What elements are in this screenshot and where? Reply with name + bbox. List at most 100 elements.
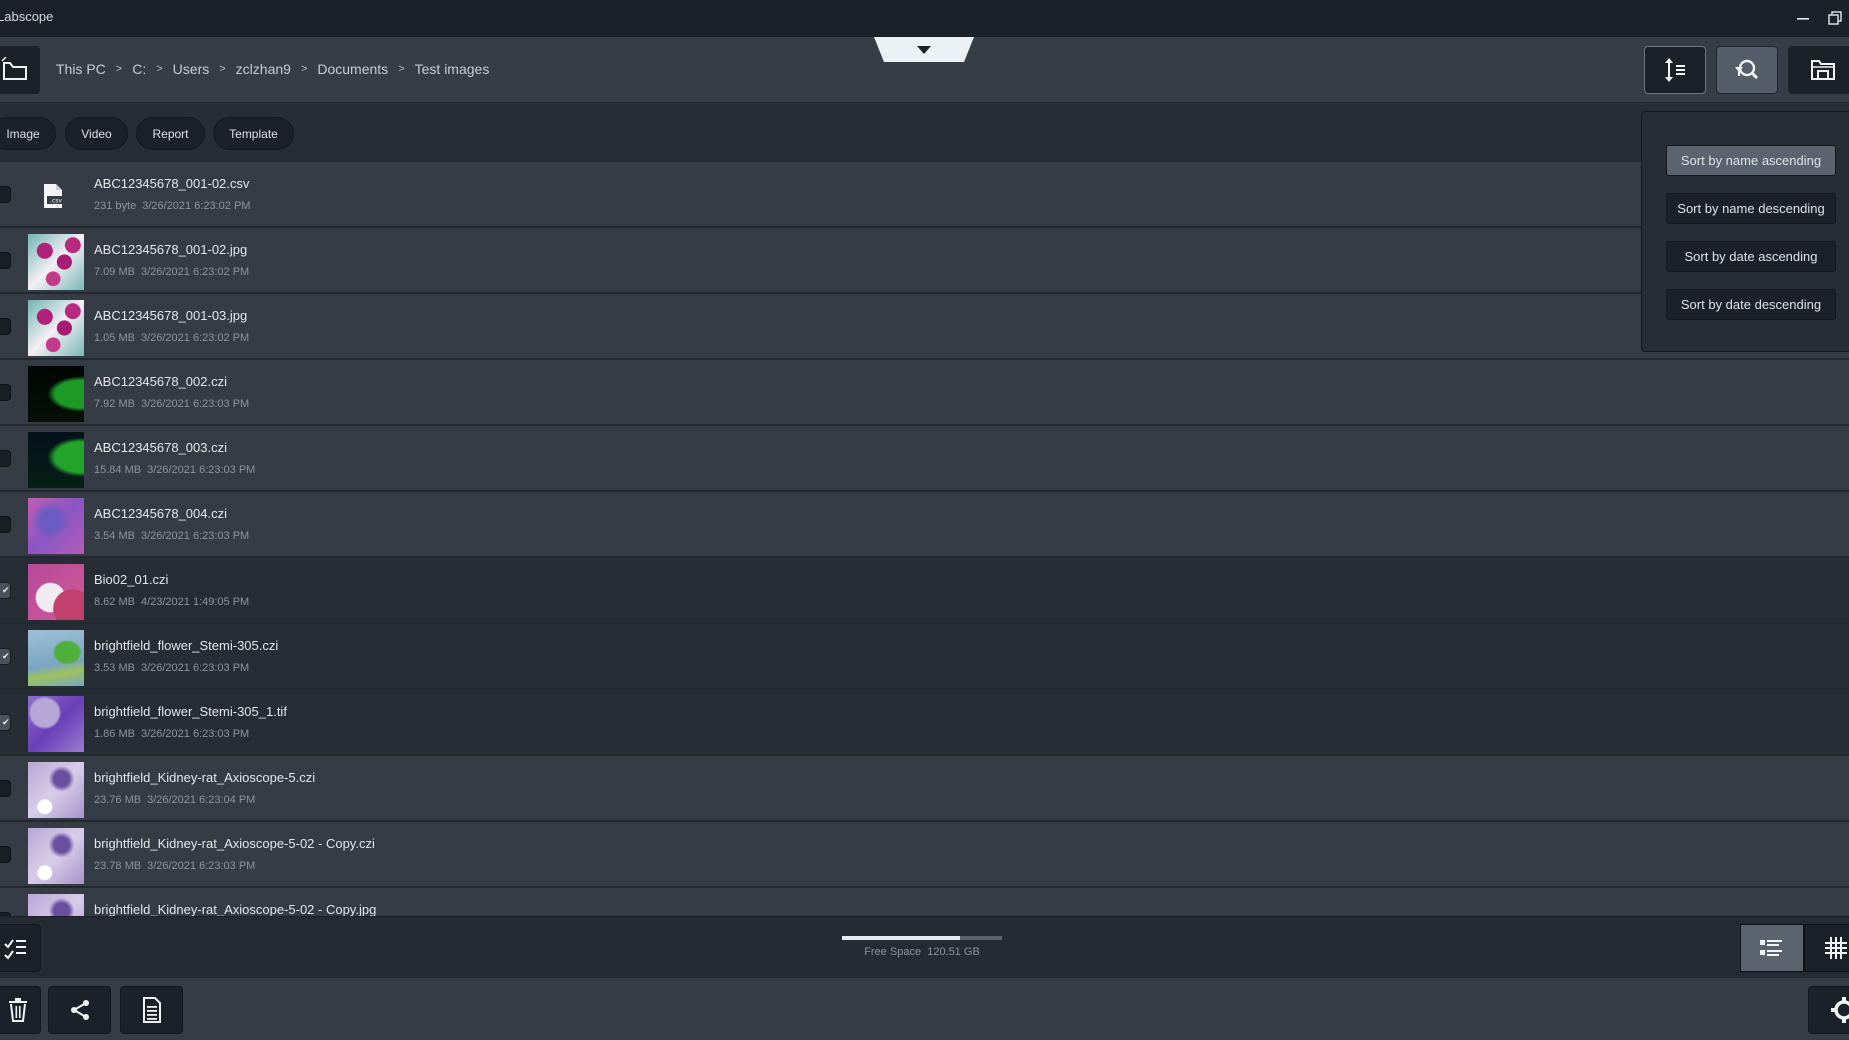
free-space-label: Free Space 120.51 GB bbox=[864, 946, 980, 958]
file-row[interactable]: ABC12345678_002.czi 7.92 MB 3/26/2021 6:23… bbox=[0, 360, 1849, 426]
file-checkbox[interactable] bbox=[0, 384, 11, 401]
app-title: Labscope bbox=[0, 9, 54, 24]
file-date: 3/26/2021 6:23:02 PM bbox=[140, 266, 250, 278]
file-checkbox[interactable] bbox=[0, 780, 11, 797]
sort-date-descending[interactable]: Sort by date descending bbox=[1666, 289, 1836, 320]
file-meta: 1.86 MB 3/26/2021 6:23:03 PM bbox=[94, 728, 249, 740]
breadcrumb-test-images[interactable]: Test images bbox=[415, 61, 490, 77]
file-size: 15.84 MB bbox=[94, 464, 142, 476]
breadcrumb-users[interactable]: Users bbox=[173, 61, 210, 77]
file-thumbnail bbox=[28, 366, 84, 422]
file-size: 23.78 MB bbox=[94, 860, 142, 872]
file-checkbox[interactable] bbox=[0, 846, 11, 863]
share-button[interactable] bbox=[48, 986, 111, 1034]
free-space-bar-fill bbox=[842, 936, 961, 940]
breadcrumb-documents[interactable]: Documents bbox=[317, 61, 388, 77]
file-checkbox[interactable]: ✔ bbox=[0, 714, 11, 731]
file-size: 231 byte bbox=[94, 200, 137, 212]
settings-button[interactable] bbox=[1808, 986, 1849, 1034]
restore-icon bbox=[1828, 11, 1842, 25]
file-meta: 231 byte 3/26/2021 6:23:02 PM bbox=[94, 200, 250, 212]
list-view-button[interactable] bbox=[1740, 924, 1804, 972]
file-checkbox[interactable]: ✔ bbox=[0, 582, 11, 599]
file-thumbnail bbox=[28, 300, 84, 356]
folder-button[interactable] bbox=[1788, 46, 1849, 94]
filter-chip-template[interactable]: Template bbox=[213, 117, 294, 150]
drawer-toggle[interactable] bbox=[874, 37, 974, 62]
restore-button[interactable] bbox=[1822, 6, 1848, 30]
sort-menu: Sort by name ascending Sort by name desc… bbox=[1641, 111, 1849, 352]
folder-up-icon bbox=[1, 57, 27, 80]
minimize-button[interactable] bbox=[1790, 6, 1816, 30]
file-size: 3.53 MB bbox=[94, 662, 135, 674]
filter-chip-image[interactable]: Image bbox=[0, 117, 56, 150]
grid-view-button[interactable] bbox=[1804, 924, 1849, 972]
sort-button[interactable] bbox=[1644, 46, 1706, 94]
file-row[interactable]: brightfield_Kidney-rat_Axioscope-5-02 - … bbox=[0, 822, 1849, 888]
file-meta: 1.05 MB 3/26/2021 6:23:02 PM bbox=[94, 332, 249, 344]
breadcrumb-user[interactable]: zclzhan9 bbox=[236, 61, 291, 77]
file-row[interactable]: ABC12345678_001-02.jpg 7.09 MB 3/26/2021 6… bbox=[0, 228, 1849, 294]
file-size: 7.92 MB bbox=[94, 398, 135, 410]
file-name: ABC12345678_004.czi bbox=[94, 506, 227, 521]
breadcrumb-c-drive[interactable]: C: bbox=[132, 61, 146, 77]
filter-search-button[interactable] bbox=[1716, 46, 1778, 94]
file-row[interactable]: ABC12345678_003.czi 15.84 MB 3/26/2021 6:2… bbox=[0, 426, 1849, 492]
trash-icon bbox=[8, 998, 27, 1022]
file-size: 7.09 MB bbox=[94, 266, 135, 278]
delete-button[interactable] bbox=[0, 986, 41, 1034]
file-row[interactable]: .csv ABC12345678_001-02.csv 231 byte 3/26/2… bbox=[0, 162, 1849, 228]
file-meta: 3.53 MB 3/26/2021 6:23:03 PM bbox=[94, 662, 249, 674]
file-name: brightfield_Kidney-rat_Axioscope-5-02 - … bbox=[94, 836, 375, 851]
file-size: 1.86 MB bbox=[94, 728, 135, 740]
file-meta: 3.54 MB 3/26/2021 6:23:03 PM bbox=[94, 530, 249, 542]
file-thumbnail bbox=[28, 234, 84, 290]
breadcrumb-separator: > bbox=[300, 63, 308, 75]
free-space-indicator: Free Space 120.51 GB bbox=[842, 936, 1002, 958]
check-icon: ✔ bbox=[2, 651, 10, 661]
sort-name-descending[interactable]: Sort by name descending bbox=[1666, 193, 1836, 224]
file-row[interactable]: ✔ Bio02_01.czi 8.62 MB 4/23/2021 1:49:05 PM bbox=[0, 558, 1849, 624]
file-row[interactable]: ✔ brightfield_flower_Stemi-305.czi 3.53 MB… bbox=[0, 624, 1849, 690]
check-icon: ✔ bbox=[2, 717, 10, 727]
file-checkbox[interactable] bbox=[0, 318, 11, 335]
file-checkbox[interactable] bbox=[0, 450, 11, 467]
file-row[interactable]: ✔ brightfield_flower_Stemi-305_1.tif 1.86 … bbox=[0, 690, 1849, 756]
file-name: ABC12345678_002.czi bbox=[94, 374, 227, 389]
status-bar: Free Space 120.51 GB bbox=[0, 916, 1849, 978]
filter-chip-video[interactable]: Video bbox=[65, 117, 128, 150]
file-meta: 15.84 MB 3/26/2021 6:23:03 PM bbox=[94, 464, 255, 476]
list-view-icon bbox=[1760, 940, 1782, 956]
file-row[interactable]: brightfield_Kidney-rat_Axioscope-5-02 - … bbox=[0, 888, 1849, 916]
action-bar bbox=[0, 978, 1849, 1040]
select-mode-button[interactable] bbox=[0, 924, 41, 972]
breadcrumb-separator: > bbox=[115, 63, 123, 75]
filter-bar: Image Video Report Template bbox=[0, 104, 1849, 162]
sort-date-ascending[interactable]: Sort by date ascending bbox=[1666, 241, 1836, 272]
filter-chip-report[interactable]: Report bbox=[136, 117, 205, 150]
file-row[interactable]: ABC12345678_004.czi 3.54 MB 3/26/2021 6:23… bbox=[0, 492, 1849, 558]
file-checkbox[interactable]: ✔ bbox=[0, 648, 11, 665]
breadcrumb-this-pc[interactable]: This PC bbox=[56, 61, 106, 77]
file-name: brightfield_flower_Stemi-305_1.tif bbox=[94, 704, 287, 719]
file-date: 3/26/2021 6:23:03 PM bbox=[140, 662, 250, 674]
file-meta: 8.62 MB 4/23/2021 1:49:05 PM bbox=[94, 596, 249, 608]
sort-icon bbox=[1665, 58, 1685, 82]
file-thumbnail bbox=[28, 498, 84, 554]
checklist-icon bbox=[3, 939, 26, 960]
report-button[interactable] bbox=[120, 986, 183, 1034]
file-row[interactable]: ABC12345678_001-03.jpg 1.05 MB 3/26/2021 6… bbox=[0, 294, 1849, 360]
file-checkbox[interactable] bbox=[0, 516, 11, 533]
file-row[interactable]: brightfield_Kidney-rat_Axioscope-5.czi 23… bbox=[0, 756, 1849, 822]
file-date: 3/26/2021 6:23:03 PM bbox=[140, 530, 250, 542]
file-thumbnail bbox=[28, 432, 84, 488]
file-checkbox[interactable] bbox=[0, 186, 11, 203]
parent-folder-button[interactable] bbox=[0, 46, 40, 94]
share-icon bbox=[70, 1000, 89, 1020]
file-date: 3/26/2021 6:23:03 PM bbox=[140, 728, 250, 740]
file-checkbox[interactable] bbox=[0, 252, 11, 269]
sort-name-ascending[interactable]: Sort by name ascending bbox=[1666, 145, 1836, 176]
file-name: Bio02_01.czi bbox=[94, 572, 169, 587]
chevron-down-icon bbox=[917, 45, 931, 54]
file-name: ABC12345678_001-03.jpg bbox=[94, 308, 248, 323]
